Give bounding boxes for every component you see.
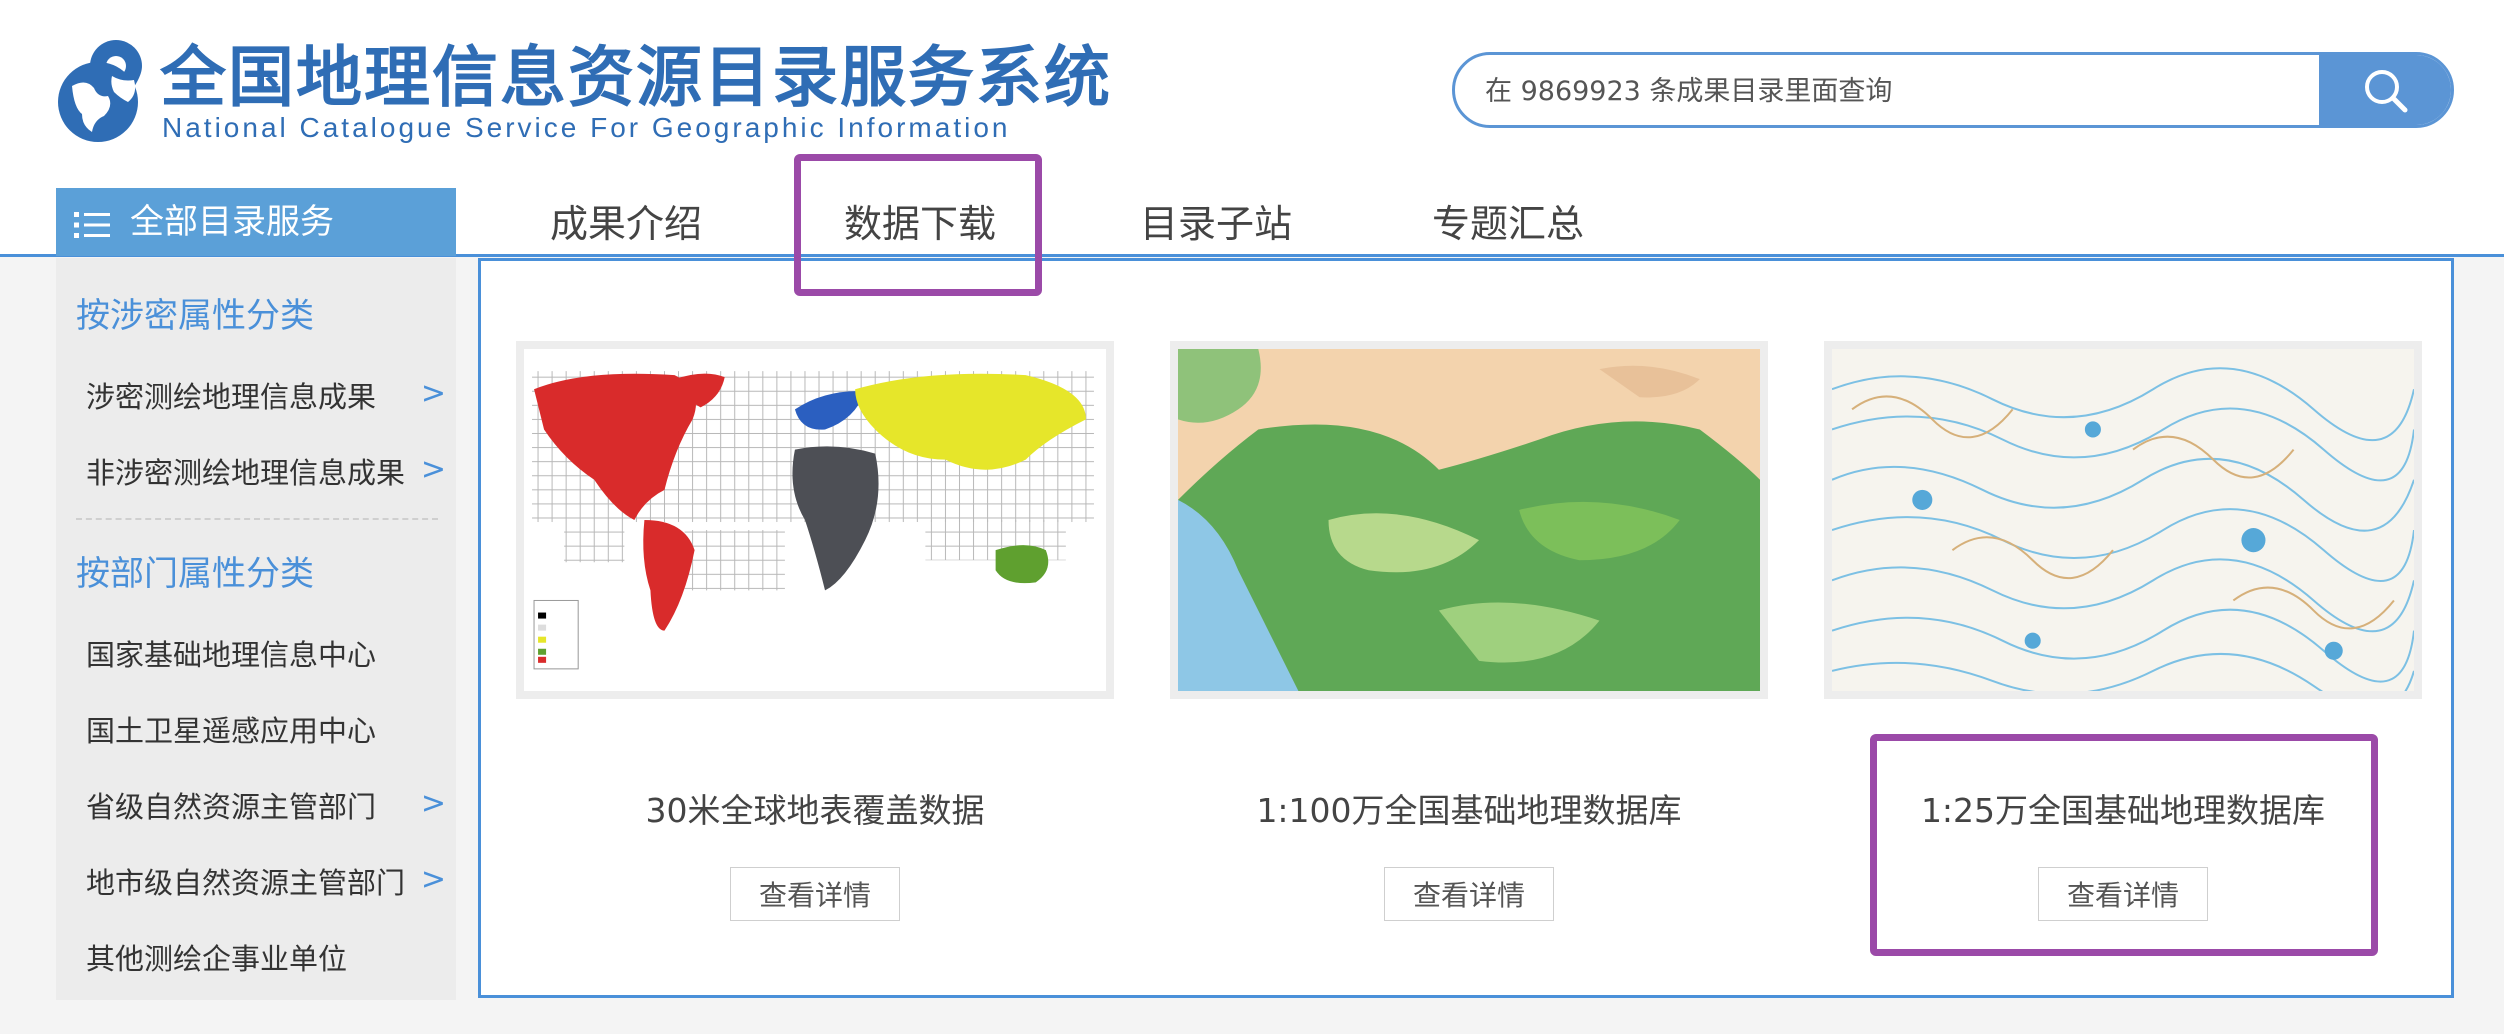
sidebar-item-provincial[interactable]: 省级自然资源主管部门 >: [86, 784, 446, 826]
site-subtitle: National Catalogue Service For Geographi…: [162, 112, 1011, 143]
view-details-button[interactable]: 查看详情: [730, 867, 900, 921]
highlight-box-data-download: [794, 154, 1042, 296]
all-catalog-services-menu[interactable]: 全部目录服务: [56, 188, 456, 256]
sidebar-section-security: 按涉密属性分类: [76, 296, 314, 336]
tab-results-intro[interactable]: 成果介绍: [550, 196, 702, 252]
search-button[interactable]: [2319, 55, 2451, 125]
sidebar-section-department: 按部门属性分类: [76, 554, 314, 594]
sidebar-item-label: 地市级自然资源主管部门: [86, 866, 406, 900]
card-title[interactable]: 1:100万全国基础地理数据库: [1170, 784, 1768, 832]
all-catalog-services-label: 全部目录服务: [130, 202, 334, 242]
list-icon: [74, 208, 110, 238]
sidebar-item-label: 国家基础地理信息中心: [86, 638, 377, 672]
sidebar-item-unclassified[interactable]: 非涉密测绘地理信息成果 >: [86, 450, 446, 492]
site-title[interactable]: 全国地理信息资源目录服务系统: [160, 38, 1112, 118]
chevron-right-icon: >: [420, 452, 446, 487]
search-bar: [1452, 52, 2454, 128]
search-icon: [2365, 70, 2408, 113]
tab-catalog-substations[interactable]: 目录子站: [1140, 196, 1292, 252]
sidebar-item-label: 国土卫星遥感应用中心: [86, 714, 377, 748]
sidebar-item-national-center[interactable]: 国家基础地理信息中心: [86, 632, 446, 674]
sidebar-item-satellite-center[interactable]: 国土卫星遥感应用中心: [86, 708, 446, 750]
chevron-right-icon: >: [420, 862, 446, 897]
view-details-button[interactable]: 查看详情: [1384, 867, 1554, 921]
sidebar-item-label: 省级自然资源主管部门: [86, 790, 377, 824]
sidebar-item-other-units[interactable]: 其他测绘企事业单位: [86, 936, 446, 978]
sidebar: 按涉密属性分类 涉密测绘地理信息成果 > 非涉密测绘地理信息成果 > 按部门属性…: [56, 258, 456, 1000]
card-title[interactable]: 30米全球地表覆盖数据: [516, 784, 1114, 832]
search-input[interactable]: [1483, 65, 2347, 117]
world-map-image[interactable]: [516, 341, 1114, 699]
sidebar-item-classified[interactable]: 涉密测绘地理信息成果 >: [86, 374, 446, 416]
chevron-right-icon: >: [420, 376, 446, 411]
tab-topic-summary[interactable]: 专题汇总: [1432, 196, 1584, 252]
sidebar-divider: [76, 518, 438, 520]
sidebar-item-label: 其他测绘企事业单位: [86, 942, 348, 976]
highlight-box-card-3: [1870, 734, 2378, 956]
terrain-map-image[interactable]: [1170, 341, 1768, 699]
sidebar-item-label: 非涉密测绘地理信息成果: [86, 456, 406, 490]
chevron-right-icon: >: [420, 786, 446, 821]
sidebar-item-municipal[interactable]: 地市级自然资源主管部门 >: [86, 860, 446, 902]
contour-map-image[interactable]: [1824, 341, 2422, 699]
globe-pin-icon[interactable]: [54, 36, 160, 146]
sidebar-item-label: 涉密测绘地理信息成果: [86, 380, 377, 414]
